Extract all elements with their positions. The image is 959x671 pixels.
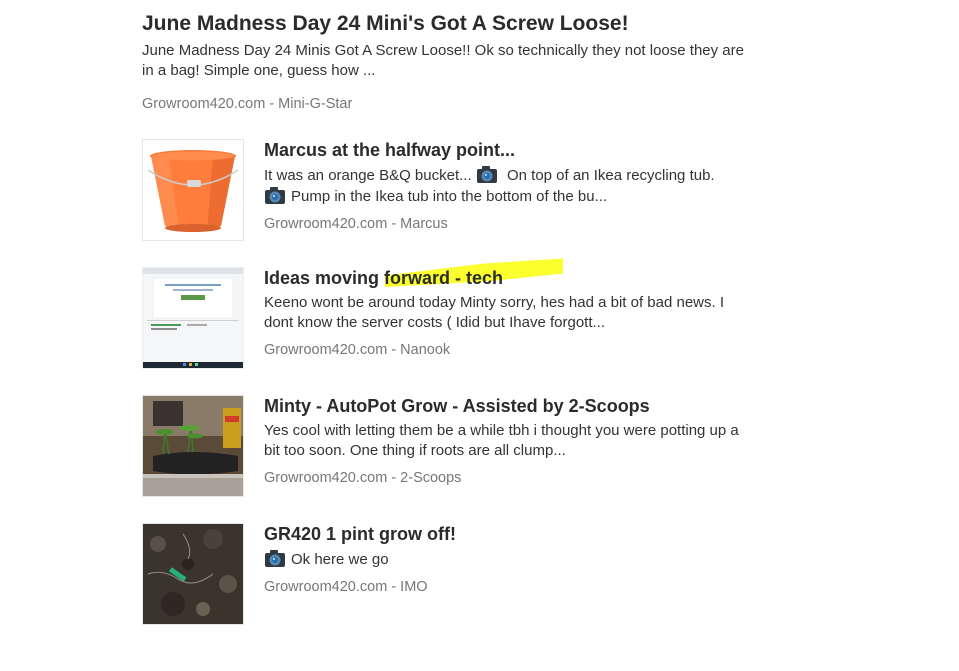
snippet-text: It was an orange B&Q bucket... <box>264 167 472 184</box>
post-title-link[interactable]: June Madness Day 24 Mini's Got A Screw L… <box>142 10 752 38</box>
screenshot-image <box>143 268 243 368</box>
plants-photo <box>143 396 243 496</box>
feed-item-top: June Madness Day 24 Mini's Got A Screw L… <box>142 10 752 112</box>
post-thumbnail[interactable] <box>142 523 244 625</box>
camera-icon <box>264 186 286 205</box>
soil-photo <box>143 524 243 624</box>
snippet-text: Pump in the Ikea tub into the bottom of … <box>291 188 608 205</box>
post-thumbnail[interactable] <box>142 139 244 241</box>
post-content: Ideas moving forward - tech Keeno wont b… <box>264 258 744 358</box>
snippet-text: On top of an Ikea recycling tub. <box>506 167 715 184</box>
post-title-link[interactable]: Marcus at the halfway point... <box>264 139 744 161</box>
post-snippet: It was an orange B&Q bucket... On top of… <box>264 165 744 207</box>
feed-item: GR420 1 pint grow off! Ok here we go Gro… <box>142 523 762 625</box>
snippet-text: Ok here we go <box>291 551 389 568</box>
camera-icon <box>264 549 286 568</box>
post-thumbnail[interactable] <box>142 267 244 369</box>
post-content: GR420 1 pint grow off! Ok here we go Gro… <box>264 523 744 595</box>
feed-item: Marcus at the halfway point... It was an… <box>142 139 762 241</box>
post-title-link[interactable]: Ideas moving forward - tech <box>264 267 744 289</box>
post-snippet: June Madness Day 24 Minis Got A Screw Lo… <box>142 42 744 79</box>
post-title-link[interactable]: Minty - AutoPot Grow - Assisted by 2-Sco… <box>264 395 744 417</box>
post-snippet: Ok here we go <box>264 549 744 570</box>
post-source[interactable]: Growroom420.com - IMO <box>264 579 744 595</box>
post-snippet: Yes cool with letting them be a while tb… <box>264 422 739 459</box>
post-content: Marcus at the halfway point... It was an… <box>264 139 744 232</box>
post-content: Minty - AutoPot Grow - Assisted by 2-Sco… <box>264 395 744 486</box>
orange-bucket-image <box>143 140 243 240</box>
post-title-link[interactable]: GR420 1 pint grow off! <box>264 523 744 545</box>
post-source[interactable]: Growroom420.com - 2-Scoops <box>264 470 744 486</box>
post-snippet: Keeno wont be around today Minty sorry, … <box>264 294 724 331</box>
post-source[interactable]: Growroom420.com - Nanook <box>264 342 744 358</box>
feed-item: Ideas moving forward - tech Keeno wont b… <box>142 258 762 369</box>
camera-icon <box>476 165 498 184</box>
post-thumbnail[interactable] <box>142 395 244 497</box>
post-source[interactable]: Growroom420.com - Marcus <box>264 216 744 232</box>
post-source[interactable]: Growroom420.com - Mini-G-Star <box>142 96 752 112</box>
feed-item: Minty - AutoPot Grow - Assisted by 2-Sco… <box>142 395 762 497</box>
